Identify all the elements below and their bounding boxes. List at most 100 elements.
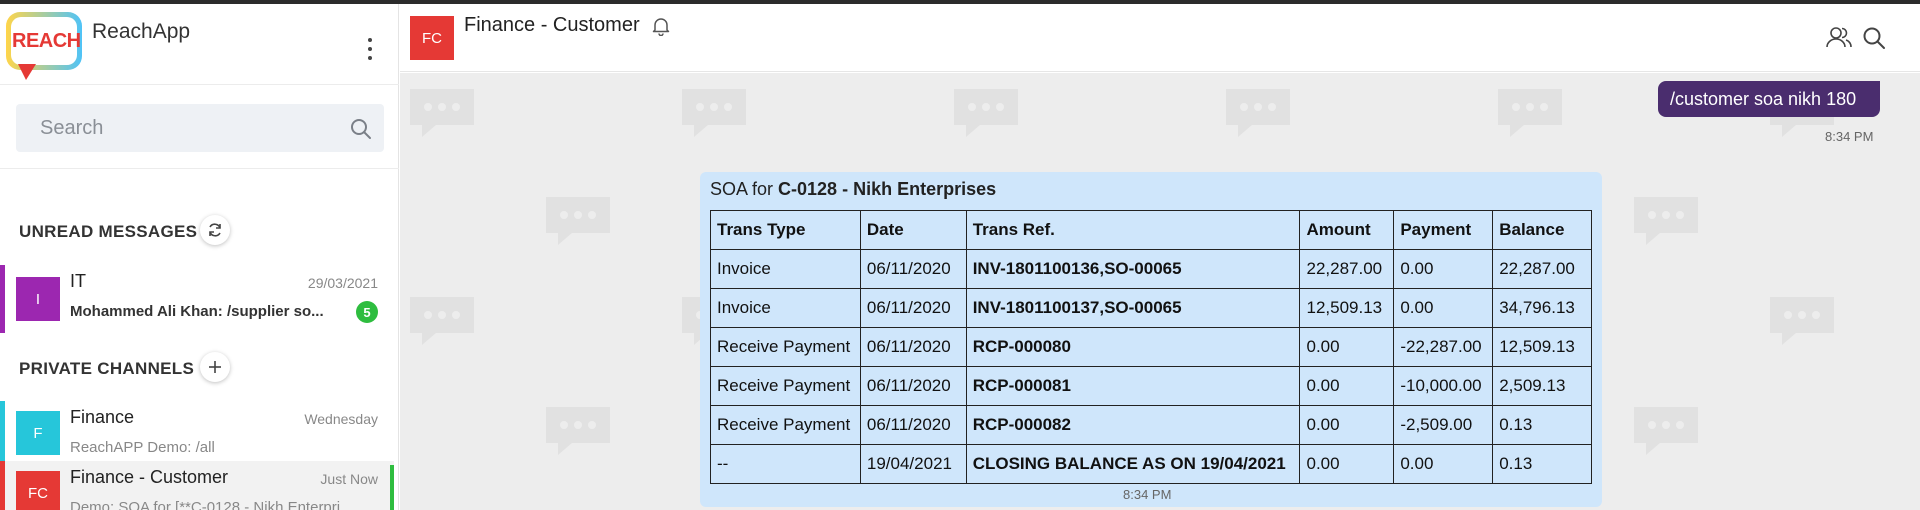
reach-logo: REACH [6,12,82,80]
cell-date: 06/11/2020 [859,327,967,367]
table-row: Invoice 06/11/2020 INV-1801100137,SO-000… [710,288,1592,328]
cell-date: 06/11/2020 [859,249,967,289]
cell-payment: 0.00 [1393,444,1494,484]
channel-date: 29/03/2021 [307,275,378,291]
column-header: Trans Ref. [965,210,1301,250]
table-row: Invoice 06/11/2020 INV-1801100136,SO-000… [710,249,1592,289]
cell-trans-ref: CLOSING BALANCE AS ON 19/04/2021 [965,444,1301,484]
cell-amount: 22,287.00 [1299,249,1395,289]
cell-trans-type: Receive Payment [710,327,861,367]
chat-bubble-watermark-icon [542,193,614,247]
channel-color-bar [0,401,5,461]
avatar: FC [16,471,60,510]
channel-color-bar [0,461,5,510]
cell-trans-ref: RCP-000080 [965,327,1301,367]
list-item-channel-finance[interactable]: F Finance Wednesday ReachAPP Demo: /all [0,401,394,461]
app-name: ReachApp [92,20,191,43]
chat-bubble-watermark-icon [950,85,1022,139]
cell-payment: -22,287.00 [1393,327,1494,367]
cell-amount: 0.00 [1299,405,1395,445]
channel-name: Finance - Customer [70,467,229,487]
soa-heading: SOA for C-0128 - Nikh Enterprises [710,179,996,200]
soa-table: Trans Type Date Trans Ref. Amount Paymen… [710,210,1592,484]
channel-avatar: FC [410,16,454,60]
cell-balance: 0.13 [1492,444,1592,484]
channel-color-bar [0,265,5,333]
chat-bubble-watermark-icon [1630,403,1702,457]
cell-amount: 12,509.13 [1299,288,1395,328]
table-row: Receive Payment 06/11/2020 RCP-000081 0.… [710,366,1592,406]
channel-date: Just Now [320,471,378,487]
soa-prefix: SOA for [710,179,779,199]
table-row: Receive Payment 06/11/2020 RCP-000082 0.… [710,405,1592,445]
search-icon[interactable] [350,118,372,140]
table-header-row: Trans Type Date Trans Ref. Amount Paymen… [710,210,1592,250]
chat-bubble-watermark-icon [406,85,478,139]
active-indicator [390,465,394,510]
column-header: Amount [1299,210,1395,250]
outgoing-message: /customer soa nikh 180 [1658,81,1881,117]
chat-bubble-watermark-icon [542,403,614,457]
channel-name: Finance [70,407,135,427]
table-row: -- 19/04/2021 CLOSING BALANCE AS ON 19/0… [710,444,1592,484]
message-timestamp: 8:34 PM [1123,487,1172,502]
cell-date: 06/11/2020 [859,366,967,406]
refresh-icon [209,223,221,237]
cell-trans-ref: RCP-000081 [965,366,1301,406]
channel-preview: Mohammed Ali Khan: /supplier so... [70,303,324,320]
add-channel-button[interactable] [200,352,230,382]
list-item-channel-finance-customer[interactable]: FC Finance - Customer Just Now Demo: SOA… [0,461,394,510]
sidebar: REACH ReachApp UNREAD MESSAGES I IT 29/0… [0,4,399,510]
channel-title: Finance - Customer [464,14,640,36]
message-area: /customer soa nikh 180 8:34 PM SOA for C… [400,73,1920,510]
bell-icon[interactable] [652,16,670,36]
cell-trans-type: Receive Payment [710,366,861,406]
channel-preview: Demo: SOA for [**C-0128 - Nikh Enterpri.… [70,499,353,510]
cell-trans-type: Invoice [710,288,861,328]
cell-trans-ref: RCP-000082 [965,405,1301,445]
channel-date: Wednesday [304,411,378,427]
divider [0,168,399,169]
cell-balance: 34,796.13 [1492,288,1592,328]
cell-balance: 0.13 [1492,405,1592,445]
table-row: Receive Payment 06/11/2020 RCP-000080 0.… [710,327,1592,367]
chat-bubble-watermark-icon [678,85,750,139]
channel-search [16,104,384,152]
chat-bubble-watermark-icon [1630,193,1702,247]
cell-trans-ref: INV-1801100137,SO-00065 [965,288,1301,328]
column-header: Trans Type [710,210,861,250]
private-channels-heading: PRIVATE CHANNELS [19,359,195,378]
cell-balance: 22,287.00 [1492,249,1592,289]
column-header: Payment [1393,210,1494,250]
search-icon[interactable] [1862,26,1886,50]
chat-header: FC Finance - Customer [400,4,1920,72]
plus-icon [209,361,221,373]
cell-amount: 0.00 [1299,444,1395,484]
cell-balance: 2,509.13 [1492,366,1592,406]
cell-payment: 0.00 [1393,249,1494,289]
divider [0,84,399,85]
cell-amount: 0.00 [1299,366,1395,406]
cell-date: 06/11/2020 [859,288,967,328]
chat-bubble-watermark-icon [406,293,478,347]
members-icon[interactable] [1826,26,1852,48]
column-header: Date [859,210,967,250]
cell-balance: 12,509.13 [1492,327,1592,367]
chat-panel: FC Finance - Customer /customer soa nikh… [400,4,1920,510]
list-item-unread-it[interactable]: I IT 29/03/2021 Mohammed Ali Khan: /supp… [0,265,394,333]
cell-trans-type: -- [710,444,861,484]
avatar: I [16,277,60,321]
cell-date: 19/04/2021 [859,444,967,484]
soa-customer: C-0128 - Nikh Enterprises [778,179,997,199]
cell-payment: 0.00 [1393,288,1494,328]
cell-date: 06/11/2020 [859,405,967,445]
search-input[interactable] [40,116,320,140]
channel-name: IT [70,271,86,291]
cell-trans-type: Receive Payment [710,405,861,445]
more-options-icon[interactable] [366,38,374,60]
chat-bubble-watermark-icon [1494,85,1566,139]
refresh-button[interactable] [200,215,230,245]
channel-preview: ReachAPP Demo: /all [70,439,215,456]
avatar: F [16,411,60,455]
cell-payment: -2,509.00 [1393,405,1494,445]
